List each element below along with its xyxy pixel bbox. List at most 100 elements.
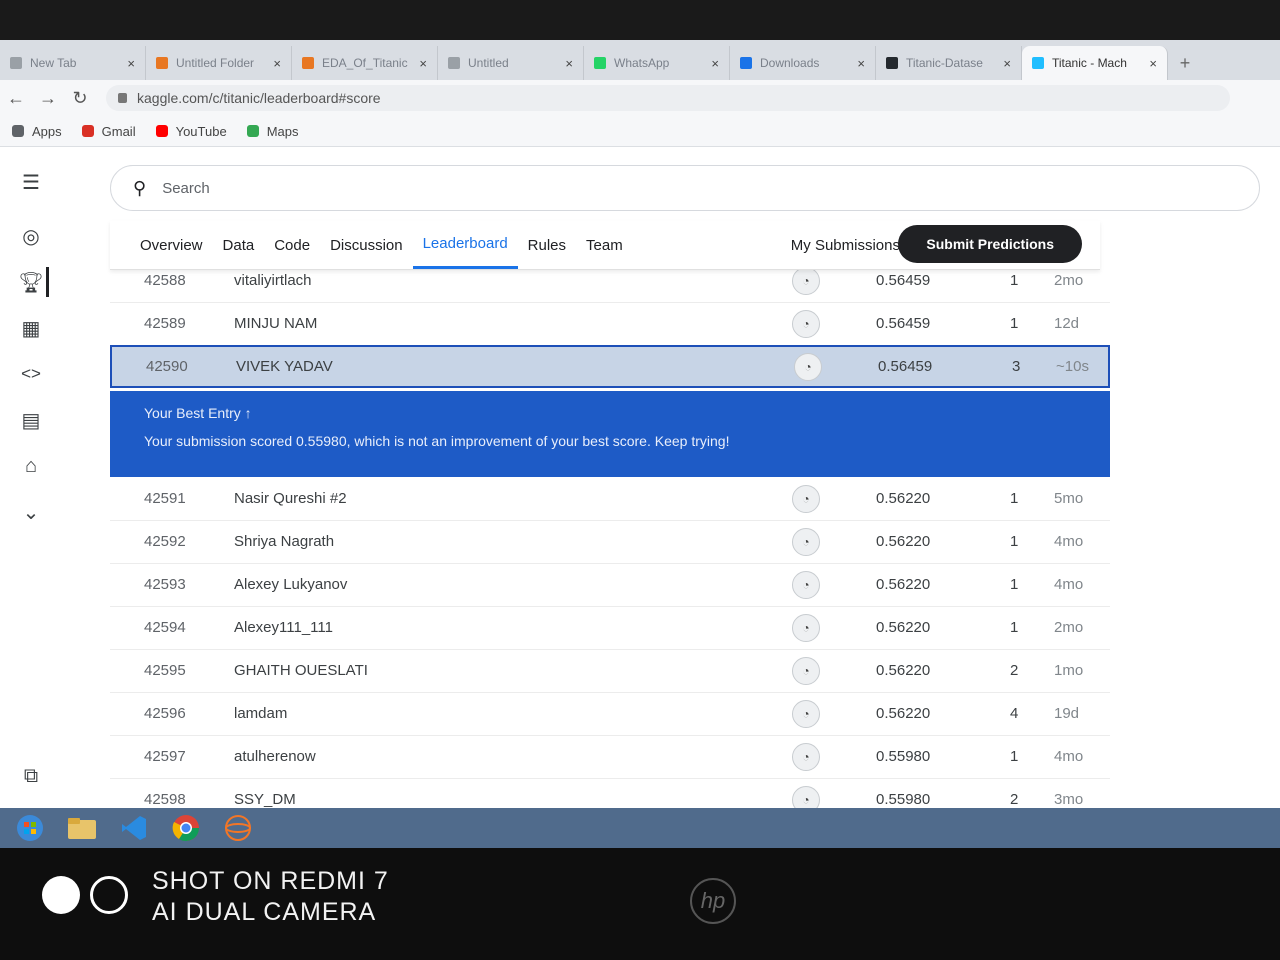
my-submissions-link[interactable]: My Submissions — [791, 237, 900, 254]
avatar[interactable]: ◔ — [792, 742, 820, 771]
avatar[interactable]: ◔ — [794, 352, 822, 381]
discussion-icon[interactable]: ▤ — [16, 405, 46, 435]
team-name[interactable]: Shriya Nagrath — [234, 533, 334, 550]
team-name[interactable]: Nasir Qureshi #2 — [234, 490, 347, 507]
watermark-line-1: SHOT ON REDMI 7 — [152, 867, 389, 895]
datasets-icon[interactable]: ▦ — [16, 313, 46, 343]
avatar[interactable]: ◔ — [792, 266, 820, 295]
search-bar[interactable]: ⚲ Search — [110, 165, 1260, 211]
watermark-text: SHOT ON REDMI 7 AI DUAL CAMERA — [152, 866, 389, 928]
score-cell: 0.56220 — [876, 619, 931, 636]
avatar[interactable]: ◔ — [792, 309, 820, 338]
browser-tab[interactable]: EDA_Of_Titanic × — [292, 46, 438, 80]
avatar[interactable]: ◔ — [792, 484, 820, 513]
bookmark-label: Apps — [32, 123, 62, 139]
blank-icon — [448, 57, 460, 69]
team-name[interactable]: GHAITH OUESLATI — [234, 662, 368, 679]
team-name[interactable]: atulherenow — [234, 748, 316, 765]
team-name[interactable]: MINJU NAM — [234, 315, 317, 332]
avatar[interactable]: ◔ — [792, 570, 820, 599]
tab-label: New Tab — [30, 56, 77, 70]
kaggle-side-nav: ☰ ◎ 🏆︎ ▦ <> ▤ ⌂ ⌄ ⧉ — [0, 147, 65, 848]
bookmark-gmail[interactable]: Gmail — [81, 123, 136, 139]
avatar[interactable]: ◔ — [792, 656, 820, 685]
entries-cell: 1 — [1010, 272, 1019, 289]
close-icon[interactable]: × — [711, 56, 719, 71]
youtube-icon — [155, 125, 168, 137]
team-name[interactable]: SSY_DM — [234, 791, 296, 808]
entries-cell: 1 — [1010, 315, 1019, 332]
bookmark-maps[interactable]: Maps — [246, 124, 298, 139]
bookmark-apps[interactable]: Apps — [12, 124, 62, 139]
score-cell: 0.56220 — [876, 662, 931, 679]
start-button[interactable] — [8, 810, 52, 846]
browser-tab[interactable]: Titanic - Mach × — [1022, 46, 1168, 80]
rank-cell: 42591 — [144, 490, 186, 507]
my-leaderboard-row: 42590 VIVEK YADAV ◔ 0.56459 3 ~10s — [110, 345, 1110, 388]
jupyter-icon — [302, 57, 314, 69]
submit-predictions-button[interactable]: Submit Predictions — [898, 225, 1082, 263]
score-cell: 0.56220 — [876, 576, 931, 593]
tab-label: Untitled — [468, 56, 509, 70]
trophy-icon[interactable]: 🏆︎ — [16, 267, 49, 297]
reload-icon[interactable]: ↻ — [64, 88, 96, 109]
tab-discussion[interactable]: Discussion — [320, 221, 413, 269]
browser-tab[interactable]: Untitled Folder × — [146, 46, 292, 80]
tab-label: WhatsApp — [614, 56, 670, 70]
watermark-dot-ring — [90, 876, 128, 914]
score-cell: 0.56459 — [878, 358, 933, 375]
close-icon[interactable]: × — [1003, 56, 1011, 71]
avatar[interactable]: ◔ — [792, 613, 820, 642]
search-placeholder: Search — [162, 179, 210, 197]
file-explorer-icon[interactable] — [60, 810, 104, 846]
close-icon[interactable]: × — [127, 56, 135, 71]
rank-cell: 42593 — [144, 576, 186, 593]
close-icon[interactable]: × — [419, 56, 427, 71]
bookmarks-bar: Apps Gmail YouTube Maps — [0, 116, 1280, 147]
kaggle-icon — [1032, 57, 1044, 69]
browser-tab[interactable]: New Tab × — [0, 46, 146, 80]
entries-cell: 1 — [1010, 748, 1019, 765]
best-entry-title: Your Best Entry ↑ — [144, 405, 1076, 421]
tab-overview[interactable]: Overview — [130, 221, 213, 269]
new-tab-icon[interactable]: + — [1168, 46, 1202, 80]
team-name[interactable]: Alexey111_111 — [234, 619, 333, 636]
tab-team[interactable]: Team — [576, 221, 633, 269]
close-icon[interactable]: × — [857, 56, 865, 71]
recent-icon[interactable]: ⧉ — [16, 761, 46, 791]
tab-code[interactable]: Code — [264, 221, 320, 269]
close-icon[interactable]: × — [1149, 56, 1157, 71]
bookmark-label: Gmail — [101, 123, 136, 139]
team-name[interactable]: vitaliyirtlach — [234, 272, 312, 289]
vscode-icon[interactable] — [112, 810, 156, 846]
jupyter-icon[interactable] — [216, 810, 260, 846]
avatar[interactable]: ◔ — [792, 699, 820, 728]
chevron-down-icon[interactable]: ⌄ — [16, 497, 46, 527]
browser-tab[interactable]: Untitled × — [438, 46, 584, 80]
tab-rules[interactable]: Rules — [518, 221, 576, 269]
avatar[interactable]: ◔ — [792, 527, 820, 556]
close-icon[interactable]: × — [565, 56, 573, 71]
bookmark-youtube[interactable]: YouTube — [155, 124, 227, 139]
team-name[interactable]: VIVEK YADAV — [236, 358, 333, 375]
courses-icon[interactable]: ⌂ — [16, 451, 46, 481]
back-icon[interactable]: ← — [0, 88, 32, 109]
entries-cell: 1 — [1010, 576, 1019, 593]
compass-icon[interactable]: ◎ — [16, 221, 46, 251]
team-name[interactable]: lamdam — [234, 705, 287, 722]
chrome-icon[interactable] — [164, 810, 208, 846]
close-icon[interactable]: × — [273, 56, 281, 71]
forward-icon[interactable]: → — [32, 88, 64, 109]
tab-label: Titanic-Datase — [906, 56, 983, 70]
url-field[interactable]: kaggle.com/c/titanic/leaderboard#score — [106, 85, 1230, 111]
last-submission-cell: 4mo — [1054, 576, 1084, 593]
browser-tab[interactable]: WhatsApp × — [584, 46, 730, 80]
tab-data[interactable]: Data — [213, 221, 265, 269]
tab-leaderboard[interactable]: Leaderboard — [412, 221, 518, 269]
code-icon[interactable]: <> — [16, 359, 46, 389]
menu-icon[interactable]: ☰ — [16, 167, 46, 197]
table-row: 42596 lamdam ◔ 0.56220 4 19d — [110, 692, 1110, 736]
browser-tab[interactable]: Titanic-Datase × — [876, 46, 1022, 80]
team-name[interactable]: Alexey Lukyanov — [234, 576, 347, 593]
browser-tab[interactable]: Downloads × — [730, 46, 876, 80]
